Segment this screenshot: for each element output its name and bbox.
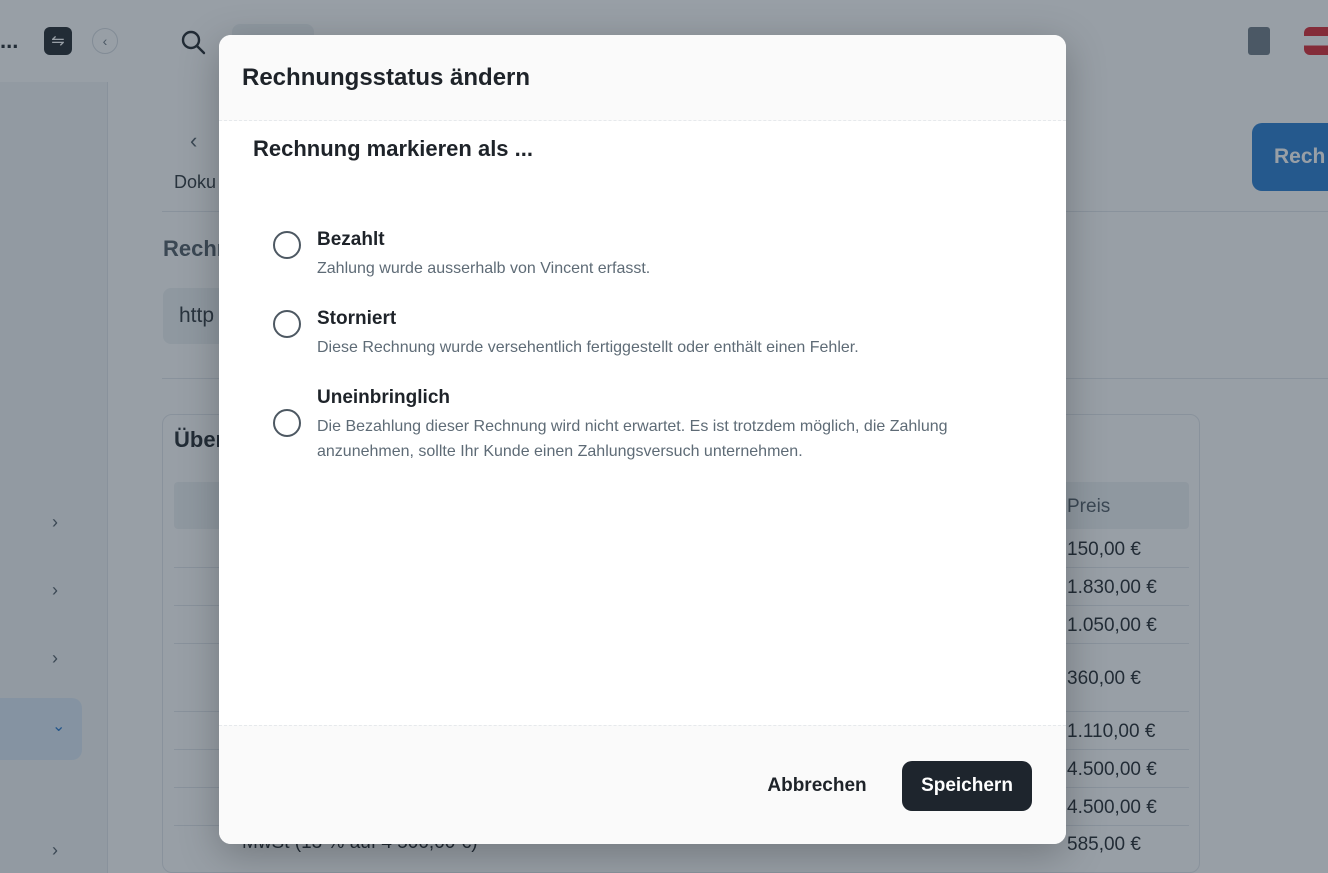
cancel-button[interactable]: Abbrechen xyxy=(749,761,885,811)
option-description: Die Bezahlung dieser Rechnung wird nicht… xyxy=(317,418,948,460)
option-label: Uneinbringlich xyxy=(317,387,450,408)
option-description: Diese Rechnung wurde versehentlich ferti… xyxy=(317,339,859,356)
dialog-header: Rechnungsstatus ändern xyxy=(219,35,1066,121)
option-description: Zahlung wurde ausserhalb von Vincent erf… xyxy=(317,260,651,277)
dialog-title: Rechnungsstatus ändern xyxy=(242,64,531,91)
radio-button-cancelled[interactable] xyxy=(273,310,301,338)
radio-button-paid[interactable] xyxy=(273,231,301,259)
option-label: Storniert xyxy=(317,308,397,329)
dialog-footer: Abbrechen Speichern xyxy=(219,725,1066,844)
option-label: Bezahlt xyxy=(317,229,385,250)
section-title: Rechnung markieren als ... xyxy=(253,136,533,161)
save-button[interactable]: Speichern xyxy=(902,761,1032,811)
dialog-body: Rechnung markieren als ... Bezahlt Zahlu… xyxy=(219,121,1066,725)
change-invoice-status-dialog: Rechnungsstatus ändern Rechnung markiere… xyxy=(219,35,1066,844)
radio-button-uncollectible[interactable] xyxy=(273,409,301,437)
